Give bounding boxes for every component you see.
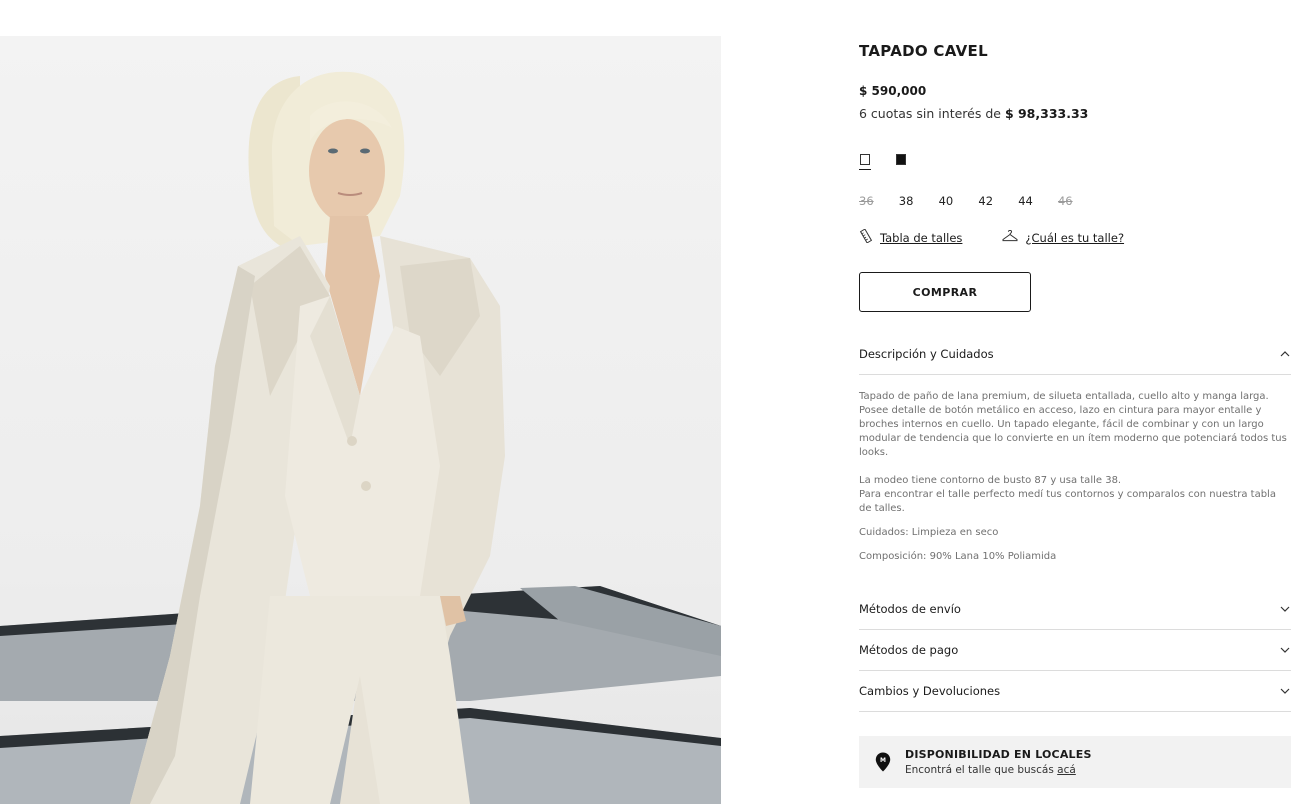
map-pin-letter: M [880, 757, 886, 764]
chevron-down-icon [1279, 685, 1291, 697]
size-option-36[interactable]: 36 [859, 194, 899, 208]
model-info: La modeo tiene contorno de busto 87 y us… [859, 475, 1122, 486]
store-availability-banner: M DISPONIBILIDAD EN LOCALES Encontrá el … [859, 736, 1291, 788]
store-availability-text: DISPONIBILIDAD EN LOCALES Encontrá el ta… [905, 748, 1092, 776]
accordion-shipping-header[interactable]: Métodos de envío [859, 589, 1291, 630]
accordion-returns-title: Cambios y Devoluciones [859, 684, 1001, 698]
size-option-46[interactable]: 46 [1058, 194, 1098, 208]
product-price: $ 590,000 [859, 84, 927, 98]
size-option-44[interactable]: 44 [1018, 194, 1058, 208]
ruler-icon [859, 228, 873, 246]
care-info: Cuidados: Limpieza en seco [859, 527, 999, 538]
accordion-payment-header[interactable]: Métodos de pago [859, 630, 1291, 671]
color-selector [859, 152, 907, 170]
description-text: Tapado de paño de lana premium, de silue… [859, 391, 1287, 458]
buy-button[interactable]: COMPRAR [859, 272, 1031, 312]
size-option-40[interactable]: 40 [939, 194, 979, 208]
size-help-links: Tabla de talles ¿Cuál es tu talle? [859, 228, 1125, 246]
store-availability-link[interactable]: acá [1057, 764, 1076, 776]
accordion-shipping-title: Métodos de envío [859, 602, 961, 616]
accordion-description-body: Tapado de paño de lana premium, de silue… [859, 390, 1291, 574]
size-option-42[interactable]: 42 [978, 194, 1018, 208]
white-swatch-chip [860, 154, 870, 165]
accordion-payment-title: Métodos de pago [859, 643, 959, 657]
product-title: TAPADO CAVEL [859, 42, 988, 60]
hanger-icon [1002, 229, 1018, 245]
size-finder-link[interactable]: ¿Cuál es tu talle? [1002, 229, 1125, 245]
chevron-down-icon [1279, 644, 1291, 656]
size-option-38[interactable]: 38 [899, 194, 939, 208]
accordion-returns-header[interactable]: Cambios y Devoluciones [859, 671, 1291, 712]
size-advice: Para encontrar el talle perfecto medí tu… [859, 489, 1276, 514]
chevron-down-icon [1279, 603, 1291, 615]
color-swatch-black[interactable] [895, 152, 907, 170]
accordion-description-title: Descripción y Cuidados [859, 347, 994, 361]
black-swatch-chip [896, 154, 906, 165]
product-photo-illustration [0, 71, 721, 804]
composition-info: Composición: 90% Lana 10% Poliamida [859, 551, 1057, 562]
store-availability-prefix: Encontrá el talle que buscás [905, 764, 1058, 776]
installments-amount: $ 98,333.33 [1004, 106, 1089, 121]
size-selector: 36 38 40 42 44 46 [859, 194, 1098, 208]
store-availability-title: DISPONIBILIDAD EN LOCALES [905, 748, 1092, 761]
installments-info: 6 cuotas sin interés de $ 98,333.33 [859, 106, 1088, 121]
accordion-description-header[interactable]: Descripción y Cuidados [859, 334, 1291, 375]
color-swatch-white[interactable] [859, 152, 871, 170]
installments-text: 6 cuotas sin interés de [859, 106, 1005, 121]
product-image[interactable] [0, 36, 721, 804]
chevron-up-icon [1279, 348, 1291, 360]
map-pin-icon: M [875, 752, 891, 772]
size-chart-link[interactable]: Tabla de talles [859, 228, 963, 246]
size-finder-label: ¿Cuál es tu talle? [1025, 230, 1125, 245]
size-chart-label: Tabla de talles [880, 230, 963, 245]
store-availability-subtitle: Encontrá el talle que buscás acá [905, 764, 1092, 776]
